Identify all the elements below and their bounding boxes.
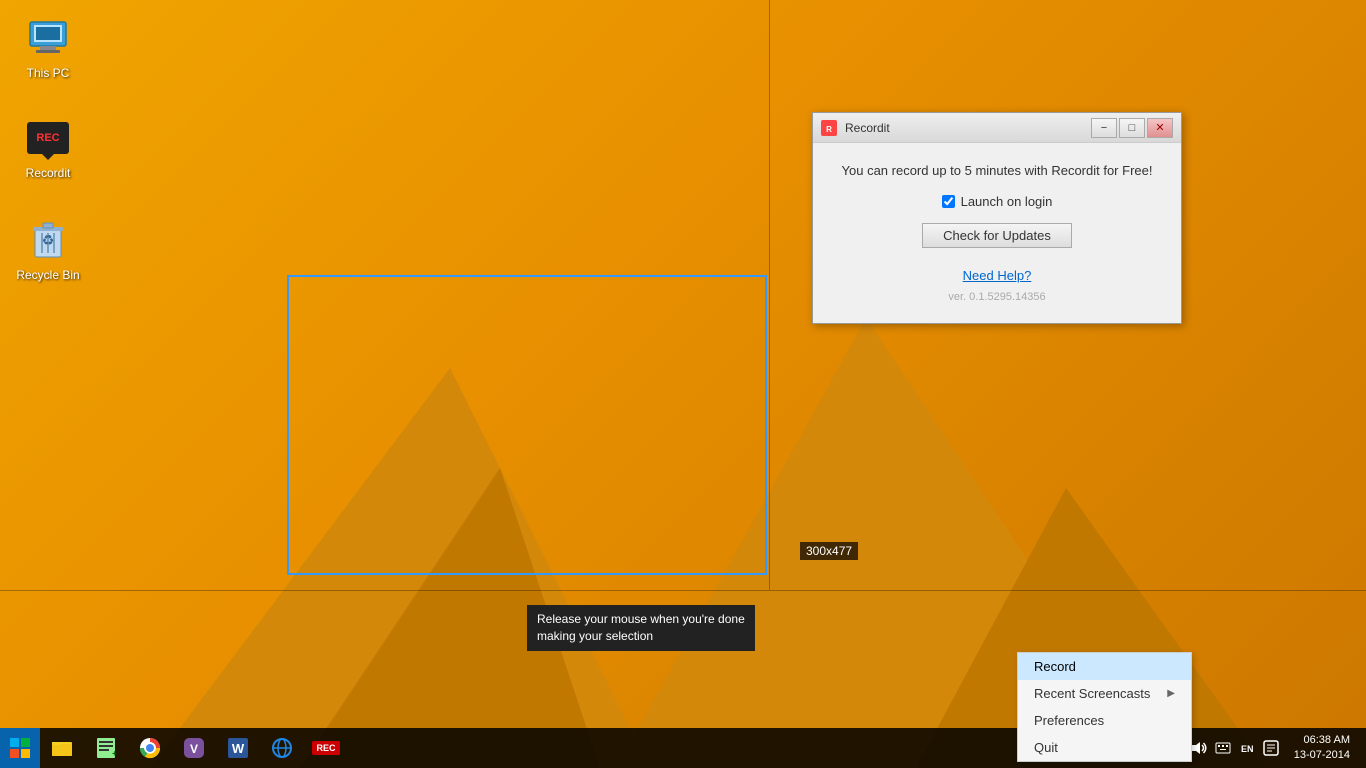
this-pc-label: This PC (27, 66, 70, 80)
clock-time: 06:38 AM (1294, 733, 1350, 748)
maximize-button[interactable]: □ (1119, 118, 1145, 138)
taskbar-word[interactable]: W (216, 728, 260, 768)
keyboard-icon[interactable] (1214, 739, 1232, 757)
launch-on-login-checkbox[interactable] (942, 195, 955, 208)
launch-on-login-row: Launch on login (833, 194, 1161, 209)
dimension-label: 300x477 (800, 542, 858, 560)
svg-text:EN: EN (1241, 744, 1254, 754)
check-updates-button[interactable]: Check for Updates (922, 223, 1072, 248)
desktop-icon-recordit[interactable]: REC Recordit (8, 110, 88, 184)
recycle-bin-label: Recycle Bin (16, 268, 79, 282)
selection-rectangle (287, 275, 767, 575)
windows-logo-icon (10, 738, 30, 758)
system-clock[interactable]: 06:38 AM 13-07-2014 (1286, 733, 1358, 764)
recordit-title-icon: R (821, 120, 837, 136)
desktop-icon-this-pc[interactable]: This PC (8, 10, 88, 84)
context-menu-quit-label: Quit (1034, 740, 1058, 755)
window-content: You can record up to 5 minutes with Reco… (813, 143, 1181, 323)
taskbar-chrome[interactable] (128, 728, 172, 768)
notification-icon[interactable] (1262, 739, 1280, 757)
taskbar-network[interactable] (260, 728, 304, 768)
svg-text:R: R (826, 125, 832, 134)
minimize-button[interactable]: − (1091, 118, 1117, 138)
taskbar-recordit[interactable]: REC (304, 728, 348, 768)
vertical-divider (769, 0, 770, 590)
version-text: ver. 0.1.5295.14356 (833, 291, 1161, 303)
recordit-icon: REC (24, 114, 72, 162)
desktop: This PC REC Recordit ♻ Recycle Bin (0, 0, 1366, 768)
svg-text:+: + (112, 749, 117, 758)
svg-text:♻: ♻ (42, 232, 55, 248)
taskbar-file-explorer[interactable] (40, 728, 84, 768)
window-title-text: Recordit (845, 121, 1091, 135)
launch-on-login-label[interactable]: Launch on login (961, 194, 1053, 209)
taskbar-icons: + V (40, 728, 1158, 768)
recordit-window: R Recordit − □ ✕ You can record up to 5 … (812, 112, 1182, 324)
volume-icon[interactable] (1190, 739, 1208, 757)
window-titlebar: R Recordit − □ ✕ (813, 113, 1181, 143)
selection-tooltip: Release your mouse when you're done maki… (527, 605, 755, 651)
language-icon[interactable]: EN (1238, 739, 1256, 757)
context-menu-preferences-label: Preferences (1034, 713, 1104, 728)
context-menu-item-record[interactable]: Record (1018, 653, 1191, 680)
svg-text:V: V (190, 742, 198, 756)
context-menu-item-preferences[interactable]: Preferences (1018, 707, 1191, 734)
tooltip-line2: making your selection (537, 628, 745, 645)
svg-text:W: W (232, 741, 245, 756)
context-menu-item-recent-screencasts[interactable]: Recent Screencasts ▶ (1018, 680, 1191, 707)
context-menu: Record Recent Screencasts ▶ Preferences … (1017, 652, 1192, 762)
taskbar-notepad[interactable]: + (84, 728, 128, 768)
taskbar-viber[interactable]: V (172, 728, 216, 768)
submenu-arrow-icon: ▶ (1167, 688, 1175, 699)
context-menu-item-quit[interactable]: Quit (1018, 734, 1191, 761)
this-pc-icon (24, 14, 72, 62)
need-help-link[interactable]: Need Help? (833, 268, 1161, 283)
window-message: You can record up to 5 minutes with Reco… (833, 163, 1161, 178)
window-controls: − □ ✕ (1091, 118, 1173, 138)
context-menu-record-label: Record (1034, 659, 1076, 674)
context-menu-recent-label: Recent Screencasts (1034, 686, 1150, 701)
desktop-icon-recycle-bin[interactable]: ♻ Recycle Bin (8, 212, 88, 286)
start-button[interactable] (0, 728, 40, 768)
clock-date: 13-07-2014 (1294, 748, 1350, 763)
tooltip-line1: Release your mouse when you're done (537, 611, 745, 628)
recordit-label: Recordit (26, 166, 71, 180)
close-button[interactable]: ✕ (1147, 118, 1173, 138)
recycle-bin-icon: ♻ (24, 216, 72, 264)
horizontal-divider (0, 590, 1366, 591)
